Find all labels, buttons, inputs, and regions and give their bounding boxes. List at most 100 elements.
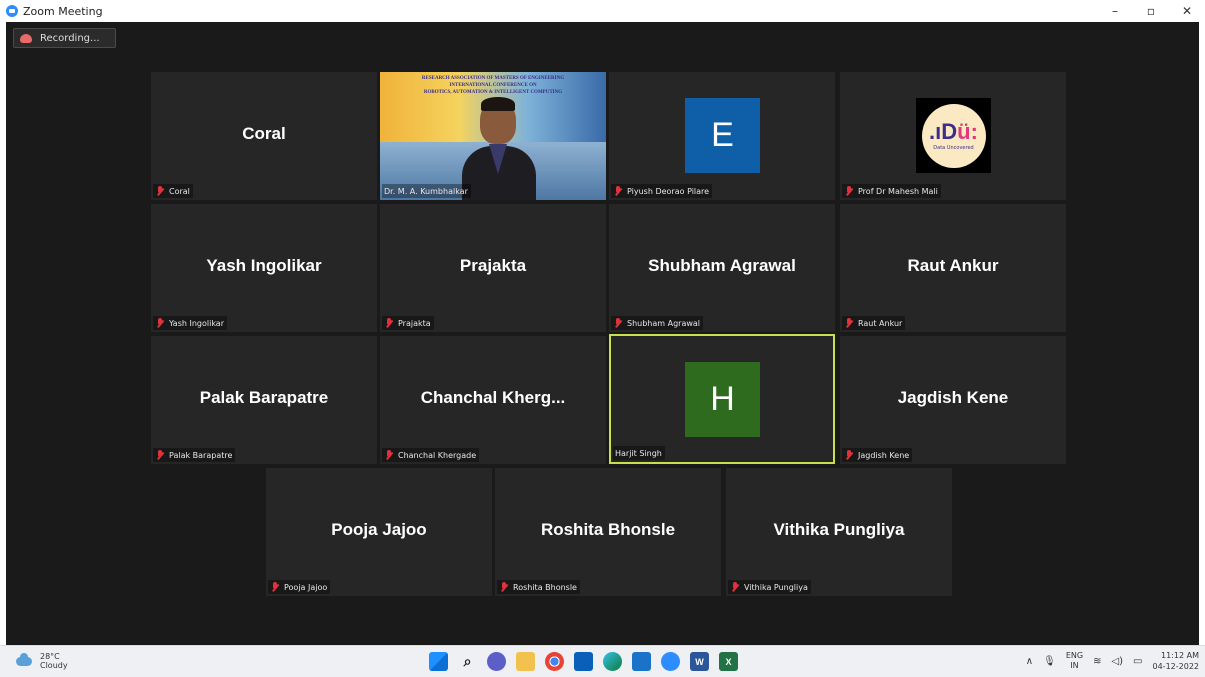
participant-caption: Harjit Singh [613, 446, 665, 460]
participant-name-label: Harjit Singh [615, 448, 662, 458]
participant-caption: Raut Ankur [842, 316, 906, 330]
chrome-icon[interactable] [545, 652, 564, 671]
participant-name-label: Coral [169, 186, 190, 196]
participant-display-name: Raut Ankur [907, 256, 999, 275]
participant-caption: Coral [153, 184, 193, 198]
participant-display-name: Prajakta [459, 256, 527, 275]
mail-icon[interactable] [632, 652, 651, 671]
chat-icon[interactable] [487, 652, 506, 671]
participant-display-name: Palak Barapatre [199, 388, 329, 407]
windows-taskbar: 28°C Cloudy ⌕ W X ∧ 🎙 ENG IN ≋ ◁) ▭ 11:1… [0, 645, 1205, 677]
participant-tile-shubham[interactable]: Shubham Agrawal Shubham Agrawal [609, 204, 835, 332]
recording-indicator[interactable]: Recording... [13, 28, 116, 48]
participant-name-label: Dr. M. A. Kumbhalkar [384, 186, 468, 196]
condition-label: Cloudy [40, 661, 68, 670]
maximize-button[interactable]: ▫ [1133, 0, 1169, 22]
participant-tile-coral[interactable]: Coral Coral [151, 72, 377, 200]
zoom-app-icon [6, 5, 18, 17]
participant-tile-harjit-active-speaker[interactable]: H Harjit Singh [609, 334, 835, 464]
participant-tile-yash[interactable]: Yash Ingolikar Yash Ingolikar [151, 204, 377, 332]
participant-tile-raut[interactable]: Raut Ankur Raut Ankur [840, 204, 1066, 332]
speaker-hair [481, 97, 515, 111]
muted-mic-icon [844, 317, 855, 329]
participant-caption: Prajakta [382, 316, 434, 330]
system-tray: ∧ 🎙 ENG IN ≋ ◁) ▭ 11:12 AM 04-12-2022 [1026, 650, 1199, 672]
language-code: ENG [1065, 651, 1084, 660]
participant-display-name: Yash Ingolikar [206, 256, 322, 275]
muted-mic-icon [613, 185, 624, 197]
participant-tile-video[interactable]: RESEARCH ASSOCIATION OF MASTERS OF ENGIN… [380, 72, 606, 200]
participant-caption: Yash Ingolikar [153, 316, 227, 330]
file-explorer-icon[interactable] [516, 652, 535, 671]
battery-icon[interactable]: ▭ [1133, 656, 1142, 667]
recording-cloud-icon [20, 33, 32, 43]
participant-display-name: Chanchal Kherg... [420, 388, 566, 407]
participant-caption: Prof Dr Mahesh Mali [842, 184, 941, 198]
participant-caption: Jagdish Kene [842, 448, 913, 462]
participant-tile-mahesh[interactable]: .ıDü: Data Uncovered Prof Dr Mahesh Mali [840, 72, 1066, 200]
taskbar-app-icons: ⌕ W X [429, 652, 738, 671]
participant-avatar: E [685, 98, 760, 173]
close-button[interactable]: ✕ [1169, 0, 1205, 22]
participant-tile-chanchal[interactable]: Chanchal Kherg... Chanchal Khergade [380, 336, 606, 464]
participant-tile-palak[interactable]: Palak Barapatre Palak Barapatre [151, 336, 377, 464]
time-label: 11:12 AM [1161, 651, 1199, 660]
participant-name-label: Prof Dr Mahesh Mali [858, 186, 938, 196]
weather-text: 28°C Cloudy [40, 652, 68, 670]
minimize-button[interactable]: – [1097, 0, 1133, 22]
participant-display-name: Coral [242, 124, 286, 143]
video-banner-text: RESEARCH ASSOCIATION OF MASTERS OF ENGIN… [380, 75, 606, 96]
participant-avatar: H [685, 362, 760, 437]
banner-line-3: ROBOTICS, AUTOMATION & INTELLIGENT COMPU… [423, 90, 563, 95]
logo-circle: .ıDü: Data Uncovered [921, 103, 986, 168]
logo-mark-left: .ıD [929, 118, 958, 144]
participant-tile-piyush[interactable]: E Piyush Deorao Pilare [609, 72, 835, 200]
participant-name-label: Pooja Jajoo [284, 582, 328, 592]
participant-tile-jagdish[interactable]: Jagdish Kene Jagdish Kene [840, 336, 1066, 464]
participant-name-label: Vithika Pungliya [744, 582, 808, 592]
muted-mic-icon [384, 449, 395, 461]
participant-display-name: Jagdish Kene [897, 388, 1009, 407]
participant-display-name: Vithika Pungliya [773, 520, 905, 539]
participant-tile-prajakta[interactable]: Prajakta Prajakta [380, 204, 606, 332]
muted-mic-icon [613, 317, 624, 329]
participant-caption: Chanchal Khergade [382, 448, 480, 462]
muted-mic-icon [155, 449, 166, 461]
muted-mic-icon [155, 317, 166, 329]
participant-caption: Vithika Pungliya [728, 580, 811, 594]
search-icon[interactable]: ⌕ [458, 652, 477, 671]
participant-caption: Roshita Bhonsle [497, 580, 580, 594]
banner-line-1: RESEARCH ASSOCIATION OF MASTERS OF ENGIN… [421, 76, 565, 81]
participant-caption: Dr. M. A. Kumbhalkar [382, 184, 471, 198]
participant-caption: Shubham Agrawal [611, 316, 704, 330]
participant-tile-roshita[interactable]: Roshita Bhonsle Roshita Bhonsle [495, 468, 721, 596]
store-icon[interactable] [574, 652, 593, 671]
participant-display-name: Roshita Bhonsle [540, 520, 676, 539]
participant-tile-vithika[interactable]: Vithika Pungliya Vithika Pungliya [726, 468, 952, 596]
participant-name-label: Piyush Deorao Pilare [627, 186, 710, 196]
volume-icon[interactable]: ◁) [1111, 656, 1123, 667]
start-icon[interactable] [429, 652, 448, 671]
wifi-icon[interactable]: ≋ [1093, 656, 1101, 667]
participant-caption: Pooja Jajoo [268, 580, 331, 594]
muted-mic-icon [730, 581, 741, 593]
logo-mark-right: ü: [957, 118, 978, 144]
edge-icon[interactable] [603, 652, 622, 671]
language-indicator[interactable]: ENG IN [1066, 651, 1083, 671]
chevron-up-icon[interactable]: ∧ [1026, 656, 1033, 667]
participant-caption: Palak Barapatre [153, 448, 236, 462]
excel-icon[interactable]: X [719, 652, 738, 671]
clock[interactable]: 11:12 AM 04-12-2022 [1153, 650, 1200, 672]
zoom-taskbar-icon[interactable] [661, 652, 680, 671]
word-icon[interactable]: W [690, 652, 709, 671]
weather-widget[interactable]: 28°C Cloudy [16, 652, 68, 670]
participant-name-label: Chanchal Khergade [398, 450, 477, 460]
participant-tile-pooja[interactable]: Pooja Jajoo Pooja Jajoo [266, 468, 492, 596]
cloud-icon [16, 652, 32, 666]
microphone-icon[interactable]: 🎙 [1043, 656, 1056, 667]
participant-name-label: Roshita Bhonsle [513, 582, 577, 592]
title-bar: Zoom Meeting – ▫ ✕ [0, 0, 1205, 22]
recording-label: Recording... [40, 32, 100, 44]
participant-name-label: Yash Ingolikar [169, 318, 224, 328]
banner-line-2: INTERNATIONAL CONFERENCE ON [449, 83, 537, 88]
